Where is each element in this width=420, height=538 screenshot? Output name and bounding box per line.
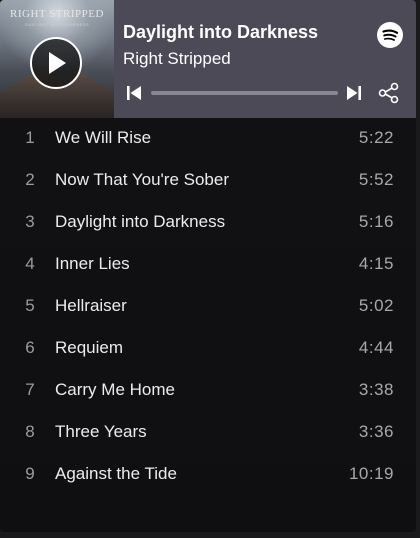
player-header: RIGHT STRIPPED DAYLIGHT INTO DARKNESS Da… — [0, 0, 416, 118]
track-number: 2 — [25, 170, 35, 189]
cover-album-subtitle: DAYLIGHT INTO DARKNESS — [24, 22, 90, 27]
track-row[interactable]: 2 Now That You're Sober 5:52 — [0, 160, 416, 202]
track-row[interactable]: 4 Inner Lies 4:15 — [0, 244, 416, 286]
share-button[interactable] — [378, 82, 400, 109]
track-duration: 4:44 — [358, 338, 394, 357]
track-row[interactable]: 7 Carry Me Home 3:38 — [0, 370, 416, 412]
track-name: We Will Rise — [55, 128, 152, 147]
album-cover[interactable]: RIGHT STRIPPED DAYLIGHT INTO DARKNESS — [0, 0, 114, 118]
track-list: 1 We Will Rise 5:22 2 Now That You're So… — [0, 118, 416, 496]
track-number: 1 — [25, 128, 35, 147]
track-number: 9 — [25, 464, 35, 483]
track-duration: 3:36 — [358, 422, 394, 441]
skip-previous-icon — [127, 86, 141, 100]
track-name: Inner Lies — [55, 254, 130, 273]
track-row[interactable]: 1 We Will Rise 5:22 — [0, 118, 416, 160]
track-row[interactable]: 3 Daylight into Darkness 5:16 — [0, 202, 416, 244]
track-number: 6 — [25, 338, 35, 357]
track-number: 5 — [25, 296, 35, 315]
track-row[interactable]: 9 Against the Tide 10:19 — [0, 454, 416, 496]
track-duration: 5:16 — [358, 212, 394, 231]
next-button[interactable] — [346, 85, 362, 106]
track-duration: 5:22 — [358, 128, 394, 147]
track-number: 4 — [25, 254, 35, 273]
play-icon — [49, 52, 66, 74]
artist-name[interactable]: Right Stripped — [123, 49, 231, 69]
track-row[interactable]: 6 Requiem 4:44 — [0, 328, 416, 370]
track-name: Against the Tide — [55, 464, 177, 483]
track-number: 7 — [25, 380, 35, 399]
track-row[interactable]: 5 Hellraiser 5:02 — [0, 286, 416, 328]
track-name: Requiem — [55, 338, 124, 357]
track-duration: 3:38 — [358, 380, 394, 399]
spotify-embed-player: RIGHT STRIPPED DAYLIGHT INTO DARKNESS Da… — [0, 0, 416, 532]
track-duration: 5:52 — [358, 170, 394, 189]
track-name: Now That You're Sober — [55, 170, 229, 189]
play-button[interactable] — [30, 37, 82, 89]
track-name: Hellraiser — [55, 296, 127, 315]
track-row[interactable]: 8 Three Years 3:36 — [0, 412, 416, 454]
progress-bar[interactable] — [151, 91, 338, 95]
track-title-heading: Daylight into Darkness — [123, 22, 319, 42]
share-icon — [378, 82, 399, 104]
spotify-icon[interactable] — [377, 22, 403, 48]
track-duration: 10:19 — [348, 464, 394, 483]
track-name: Three Years — [55, 422, 147, 441]
track-number: 8 — [25, 422, 35, 441]
track-duration: 5:02 — [358, 296, 394, 315]
track-name: Daylight into Darkness — [55, 212, 226, 231]
cover-band-name: RIGHT STRIPPED — [10, 8, 104, 20]
track-number: 3 — [25, 212, 35, 231]
track-name: Carry Me Home — [55, 380, 175, 399]
previous-button[interactable] — [126, 85, 142, 106]
skip-next-icon — [347, 86, 361, 100]
track-duration: 4:15 — [358, 254, 394, 273]
